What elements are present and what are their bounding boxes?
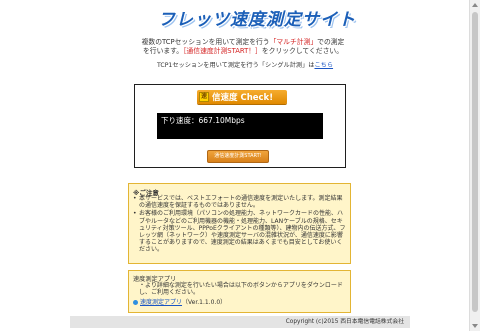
speed-check-badge: 速 信速度 Check! bbox=[197, 90, 287, 104]
multi-measure-label: 「マルチ計測」 bbox=[269, 38, 318, 46]
speed-check-label: 信速度 Check! bbox=[212, 93, 274, 103]
scroll-up-arrow-icon[interactable] bbox=[472, 3, 478, 7]
notice-box: ※ご注意 本サービスでは、ベストエフォートの通信速度を測定いたします。測定結果の… bbox=[128, 183, 351, 264]
speed-check-panel: 速 信速度 Check! 下り速度：667.10Mbps 通信速度計測START… bbox=[134, 84, 346, 168]
intro-line1-post: での測定 bbox=[317, 38, 345, 46]
intro-line-1: 複数のTCPセッションを用いて測定を行う「マルチ計測」での測定 bbox=[118, 38, 368, 47]
app-link-line: 速度測定アプリ（Ver.1.1.0.0） bbox=[133, 297, 226, 306]
speed-app-box: 速度測定アプリ ・より詳細な測定を行いたい場合は以下のボタンからアプリをダウンロ… bbox=[128, 270, 351, 313]
site-logo-text: フレッツ速度測定サイト bbox=[158, 10, 356, 30]
notice-list: 本サービスでは、ベストエフォートの通信速度を測定いたします。測定結果の通信速度を… bbox=[133, 195, 346, 255]
notice-item: 本サービスでは、ベストエフォートの通信速度を測定いたします。測定結果の通信速度を… bbox=[133, 195, 346, 209]
speed-badge-icon: 速 bbox=[199, 92, 209, 102]
vertical-scrollbar[interactable] bbox=[469, 0, 480, 331]
intro-line1-pre: 複数のTCPセッションを用いて測定を行う bbox=[141, 38, 270, 46]
app-box-description: ・より詳細な測定を行いたい場合は以下のボタンからアプリをダウンロードし、ご利用く… bbox=[139, 282, 343, 297]
download-speed-text: 下り速度：667.10Mbps bbox=[161, 116, 245, 125]
speed-app-link[interactable]: 速度測定アプリ bbox=[140, 299, 182, 306]
single-measure-link[interactable]: こちら bbox=[314, 62, 333, 69]
intro-text: 複数のTCPセッションを用いて測定を行う「マルチ計測」での測定 を行います。［通… bbox=[118, 38, 368, 56]
app-version: （Ver.1.1.0.0） bbox=[182, 299, 227, 306]
single-measure-line: TCP1セッションを用いて測定を行う「シングル計測」はこちら bbox=[140, 60, 350, 69]
scroll-down-arrow-icon[interactable] bbox=[472, 324, 478, 328]
footer-bar: Copyright (c)2015 西日本電信電話株式会社 bbox=[70, 316, 410, 328]
bullet-icon bbox=[133, 300, 138, 305]
intro-line-2: を行います。［通信速度計測START！］をクリックしてください。 bbox=[118, 47, 368, 56]
single-measure-text: TCP1セッションを用いて測定を行う「シングル計測」は bbox=[156, 62, 315, 69]
site-logo: フレッツ速度測定サイト bbox=[158, 5, 356, 31]
intro-line2-pre: を行います。 bbox=[142, 47, 184, 55]
start-measure-button[interactable]: 通信速度計測START! bbox=[207, 150, 269, 163]
copyright-text: Copyright (c)2015 西日本電信電話株式会社 bbox=[285, 319, 404, 325]
scrollbar-thumb[interactable] bbox=[472, 12, 478, 312]
speed-result-display: 下り速度：667.10Mbps bbox=[157, 113, 323, 139]
intro-line2-post: をクリックしてください。 bbox=[261, 47, 343, 55]
notice-item: お客様のご利用環境（パソコンの処理能力、ネットワークカードの性能、ハブやルータな… bbox=[133, 210, 346, 253]
start-instruction-label: ［通信速度計測START！］ bbox=[183, 47, 262, 55]
